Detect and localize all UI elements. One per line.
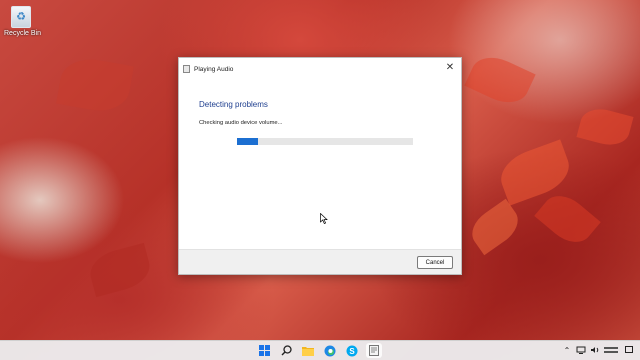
close-button[interactable]: ✕ — [443, 60, 457, 74]
taskbar-search-button[interactable] — [278, 343, 294, 358]
progress-bar — [237, 138, 413, 145]
notification-icon — [625, 346, 633, 353]
recycle-bin-icon: ♻ — [11, 6, 31, 28]
windows-start-icon — [258, 345, 270, 356]
volume-button[interactable] — [590, 344, 600, 356]
cancel-button[interactable]: Cancel — [417, 256, 453, 269]
notification-button[interactable] — [624, 344, 634, 356]
file-explorer-icon — [302, 346, 314, 356]
network-icon — [576, 346, 586, 354]
taskbar-edge[interactable] — [322, 343, 338, 358]
taskbar-file-explorer[interactable] — [300, 343, 316, 358]
troubleshooter-icon — [369, 345, 379, 356]
start-button[interactable] — [256, 343, 272, 358]
close-icon: ✕ — [445, 61, 455, 73]
troubleshooter-app-icon — [183, 65, 190, 73]
chevron-up-icon: ⌃ — [563, 345, 571, 355]
progress-fill — [237, 138, 259, 145]
taskbar-troubleshooter[interactable] — [366, 343, 382, 358]
dialog-title-bar[interactable]: Playing Audio ✕ — [179, 58, 461, 80]
taskbar-skype[interactable]: S — [344, 343, 360, 358]
svg-text:S: S — [349, 346, 355, 355]
network-button[interactable] — [576, 344, 586, 356]
dialog-content: Detecting problems Checking audio device… — [179, 80, 461, 252]
volume-icon — [591, 347, 599, 353]
skype-icon: S — [346, 345, 358, 356]
dialog-title: Playing Audio — [194, 65, 234, 73]
page-heading: Detecting problems — [199, 100, 268, 109]
status-text: Checking audio device volume... — [199, 120, 283, 126]
desktop-icon-label: Recycle Bin — [4, 30, 41, 37]
clock-icon — [604, 347, 618, 353]
taskbar: S ⌃ — [0, 340, 640, 360]
desktop-icon-recycle-bin[interactable]: ♻ Recycle Bin — [4, 6, 41, 37]
clock-button[interactable] — [604, 344, 620, 356]
show-hidden-icons-button[interactable]: ⌃ — [562, 344, 572, 356]
edge-icon — [324, 345, 336, 356]
dialog-footer: Cancel — [179, 249, 461, 274]
mouse-cursor-icon — [320, 213, 328, 224]
troubleshooter-dialog: Playing Audio ✕ Detecting problems Check… — [178, 57, 462, 275]
search-icon — [281, 345, 292, 356]
